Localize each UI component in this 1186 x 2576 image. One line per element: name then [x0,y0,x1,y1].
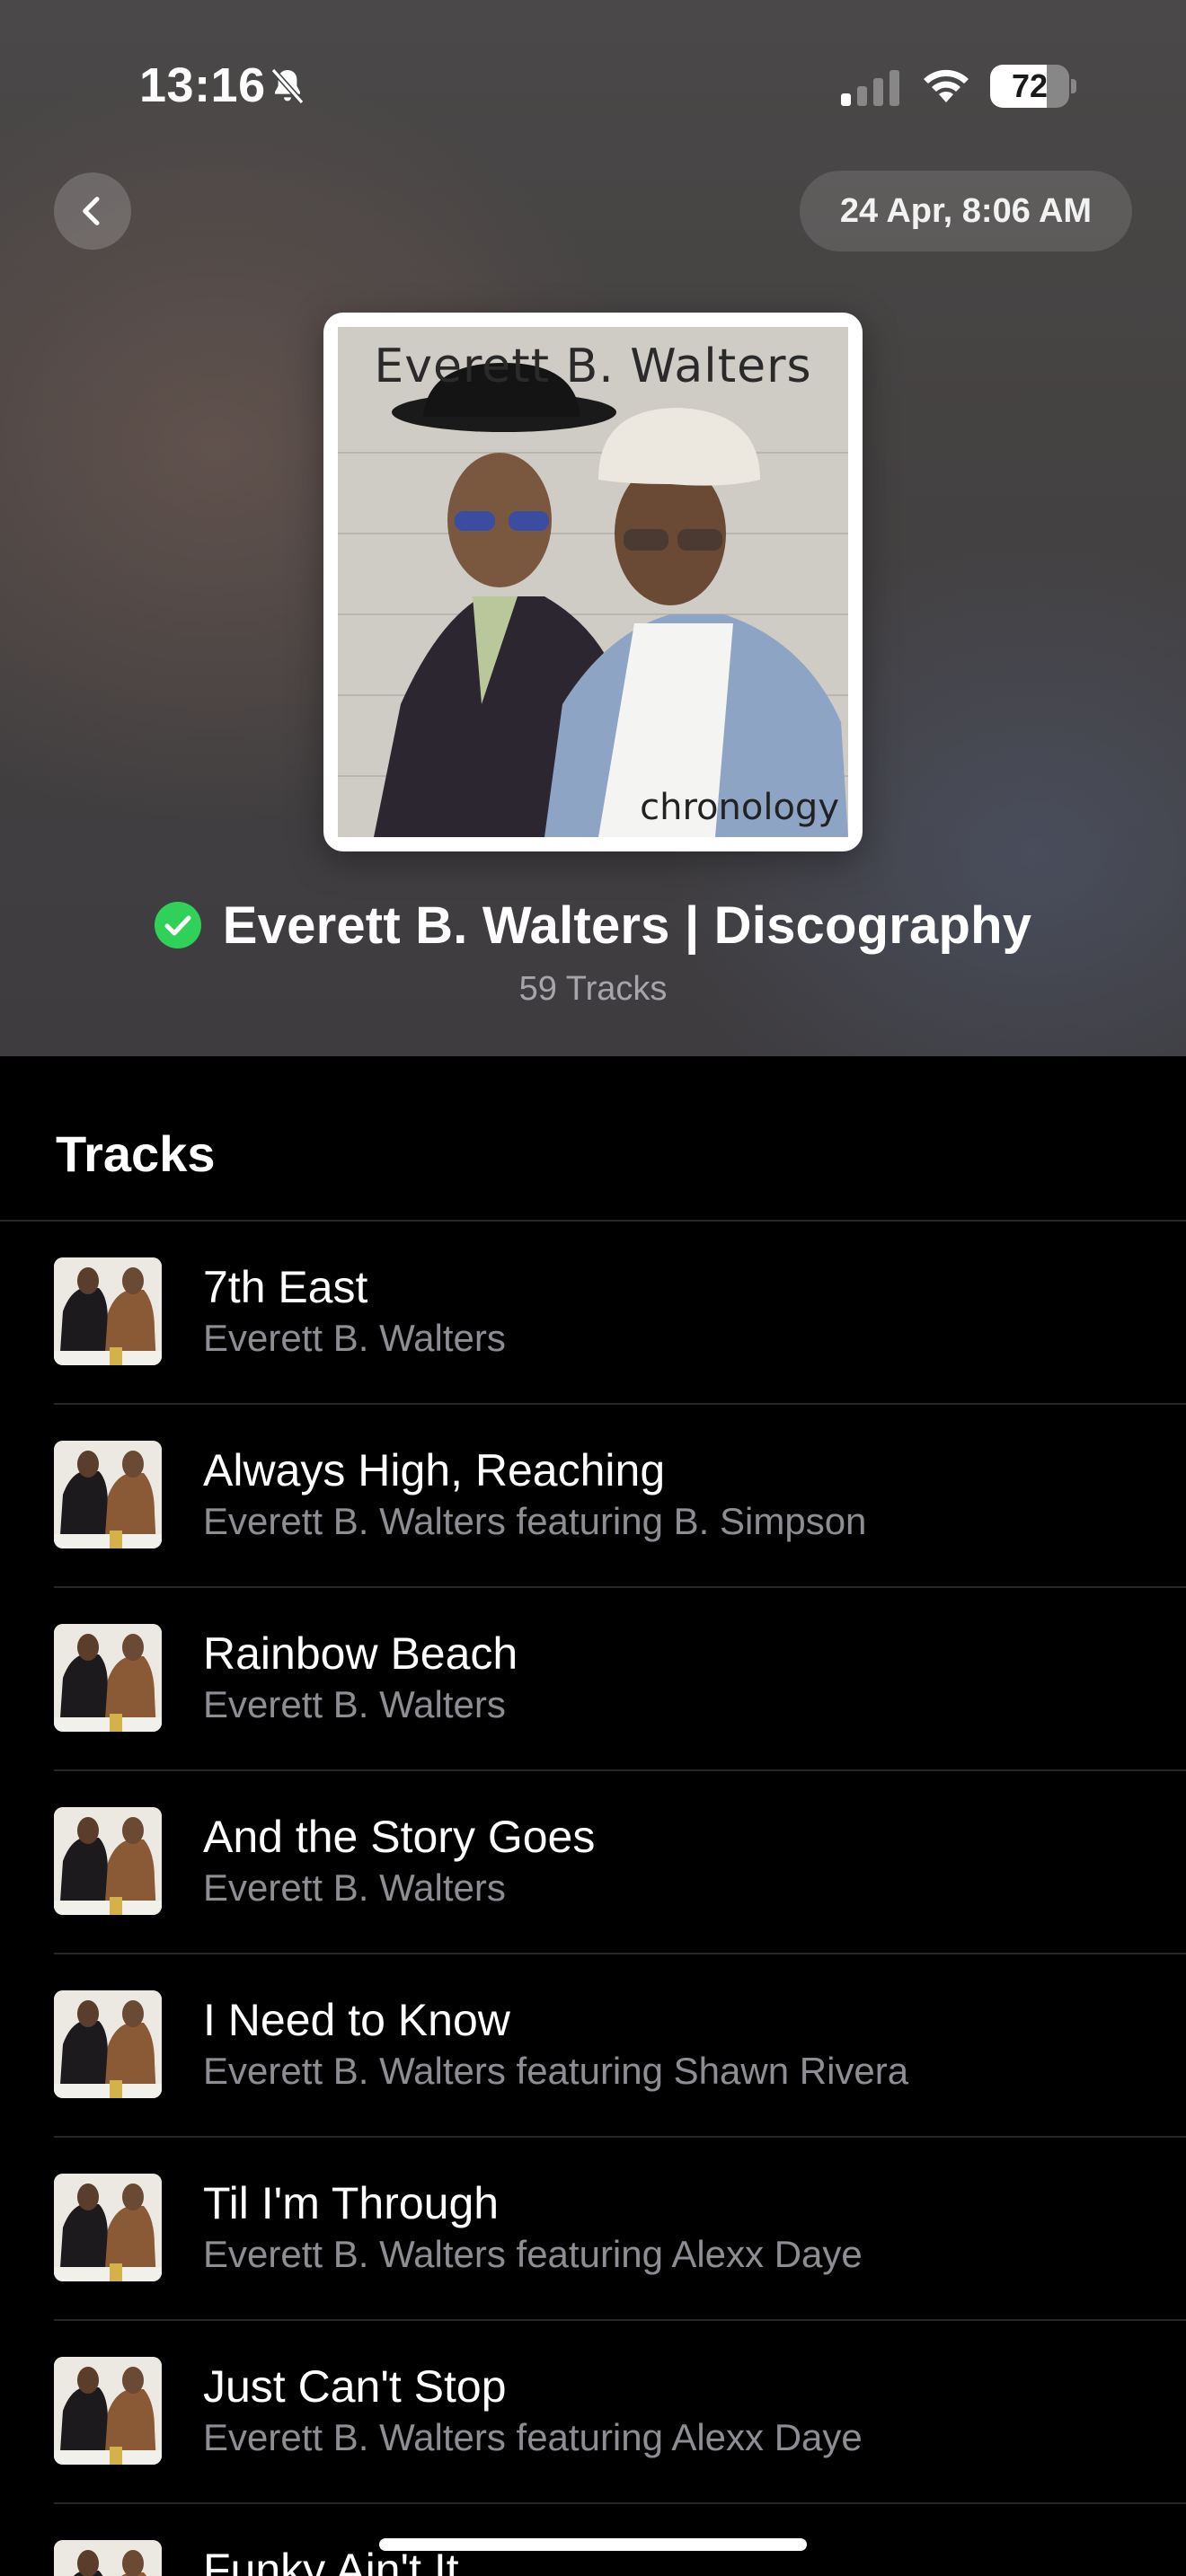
track-thumbnail [54,1257,162,1365]
battery-level: 72 [1011,67,1049,104]
track-artist: Everett B. Walters [203,1317,506,1359]
status-time: 13:16 [139,58,266,112]
track-count: 59 Tracks [518,970,668,1008]
tracks-heading: Tracks [56,1125,216,1182]
track-artist: Everett B. Walters featuring Shawn River… [203,2050,909,2092]
track-title: Rainbow Beach [203,1628,518,1679]
track-row[interactable]: Til I'm Through Everett B. Walters featu… [0,2138,1186,2321]
track-thumbnail [54,1624,162,1732]
playlist-screen: 13:16 72 24 Apr, 8:06 AM Everett B. Walt… [0,0,1186,2576]
track-title: Always High, Reaching [203,1445,666,1495]
wifi-icon [924,69,969,102]
playlist-title-row: Everett B. Walters | Discography [0,889,1186,961]
track-artist: Everett B. Walters featuring Alexx Daye [203,2416,863,2458]
track-title: And the Story Goes [203,1812,596,1862]
track-list: 7th East Everett B. Walters Always High,… [0,1222,1186,2576]
playlist-title: Everett B. Walters | Discography [222,895,1032,955]
track-row[interactable]: Just Can't Stop Everett B. Walters featu… [0,2321,1186,2504]
track-row[interactable]: Rainbow Beach Everett B. Walters [0,1588,1186,1771]
bell-slash-icon [270,67,305,105]
chevron-left-icon [83,197,100,225]
track-title: Til I'm Through [203,2178,500,2228]
track-artist: Everett B. Walters [203,1683,506,1725]
track-thumbnail [54,2174,162,2281]
playlist-header: 13:16 72 24 Apr, 8:06 AM Everett B. Walt… [0,0,1186,1056]
checkmark-circle-icon [154,902,201,948]
back-button[interactable] [54,172,131,250]
track-title: 7th East [203,1262,368,1312]
track-artist: Everett B. Walters [203,1866,506,1909]
track-artist: Everett B. Walters featuring Alexx Daye [203,2233,863,2275]
album-art-subtitle: chronology [640,787,839,828]
track-row[interactable]: 7th East Everett B. Walters [0,1222,1186,1405]
track-title: Just Can't Stop [203,2361,507,2412]
album-artwork: Everett B. Walters chronology [323,313,863,851]
track-row[interactable]: And the Story Goes Everett B. Walters [0,1771,1186,1954]
track-thumbnail [54,1441,162,1548]
track-row[interactable]: I Need to Know Everett B. Walters featur… [0,1954,1186,2138]
track-thumbnail [54,1807,162,1915]
home-indicator [379,2538,807,2551]
track-artist: Everett B. Walters featuring B. Simpson [203,1500,867,1542]
date-pill[interactable]: 24 Apr, 8:06 AM [800,171,1132,251]
album-photo [338,327,848,837]
track-row[interactable]: Always High, Reaching Everett B. Walters… [0,1405,1186,1588]
battery-icon: 72 [990,65,1076,108]
cellular-signal-icon [841,70,899,106]
track-thumbnail [54,1990,162,2098]
track-thumbnail [54,2357,162,2465]
album-art-title: Everett B. Walters [374,340,812,393]
track-title: I Need to Know [203,1995,510,2045]
track-thumbnail [54,2540,162,2576]
